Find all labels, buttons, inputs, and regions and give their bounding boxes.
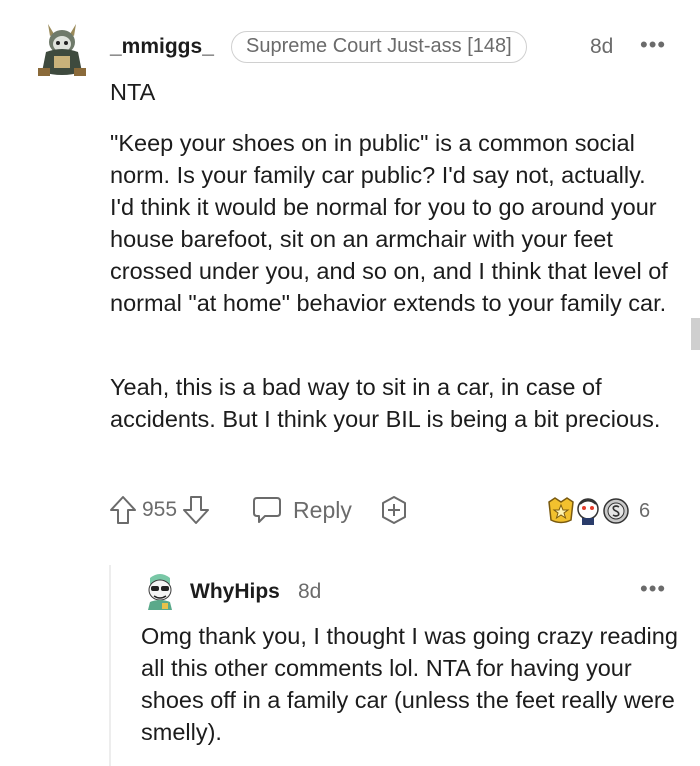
avatar[interactable] [142,572,178,612]
more-options-button[interactable]: ••• [640,576,666,602]
username[interactable]: _mmiggs_ [110,35,214,59]
comment-paragraph: NTA [110,79,156,105]
more-options-button[interactable]: ••• [640,32,666,58]
comment-paragraph: "Keep your shoes on in public" is a comm… [110,130,668,316]
award-icon [601,496,631,526]
add-award-icon[interactable] [378,494,410,526]
avatar[interactable] [34,20,90,80]
award-count: 6 [639,499,651,522]
user-flair: Supreme Court Just-ass [148] [231,31,527,63]
awards[interactable]: 6 [545,496,650,526]
comment-age[interactable]: 8d [298,580,321,604]
comment-paragraph: Yeah, this is a bad way to sit in a car,… [110,374,661,432]
thread-line[interactable] [109,565,111,766]
username[interactable]: WhyHips [190,580,280,604]
award-icon [573,496,603,526]
reply-button[interactable]: Reply [251,495,352,525]
upvote-icon[interactable] [108,494,138,526]
reply-text: Omg thank you, I thought I was going cra… [141,623,678,745]
downvote-icon[interactable] [181,494,211,526]
scrollbar-thumb[interactable] [691,318,700,350]
comment-actions: 955 Reply [108,490,410,530]
comment-icon [251,495,283,525]
vote-score: 955 [142,498,178,521]
comment-age[interactable]: 8d [590,35,613,59]
reply-label: Reply [293,496,352,523]
